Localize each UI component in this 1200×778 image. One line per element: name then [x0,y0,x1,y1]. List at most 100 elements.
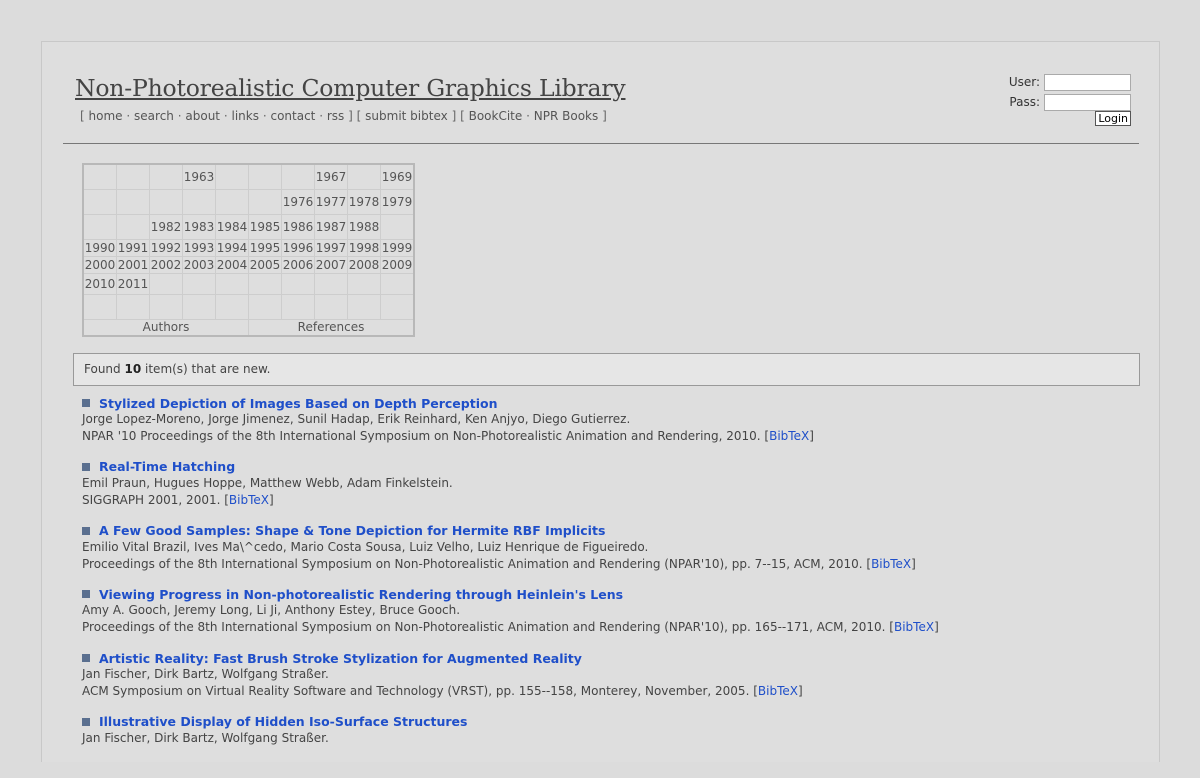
year-cell [248,273,282,295]
entry-title-link[interactable]: Real-Time Hatching [99,459,235,474]
year-link[interactable]: 2009 [382,258,413,272]
bullet-icon [82,717,90,726]
year-link[interactable]: 1988 [349,220,380,234]
year-link[interactable]: 1994 [217,241,248,255]
year-cell [314,273,348,295]
year-link[interactable]: 1997 [316,241,347,255]
authors-link[interactable]: Authors [143,320,190,334]
year-cell: 1978 [347,189,381,215]
nav-link-bookcite[interactable]: BookCite [469,109,523,123]
entry-title-link[interactable]: Artistic Reality: Fast Brush Stroke Styl… [99,651,582,666]
entry-authors: Jan Fischer, Dirk Bartz, Wolfgang Straße… [82,667,329,682]
year-link[interactable]: 1986 [283,220,314,234]
nav-link-search[interactable]: search [134,109,174,123]
year-cell: 2007 [314,256,348,274]
year-cell: 2010 [82,273,117,295]
site-title-link[interactable]: Non-Photorealistic Computer Graphics Lib… [75,74,626,102]
bibtex-link[interactable]: BibTeX [758,684,798,698]
year-cell [380,294,415,320]
year-link[interactable]: 2010 [85,277,116,291]
year-grid-body: 1963 1967 1969 1976 1977 1978 1979 1982 1983 1984… [82,163,415,337]
year-cell [380,214,415,240]
year-cell [149,163,183,190]
entry-title-link[interactable]: Stylized Depiction of Images Based on De… [99,396,497,411]
year-link[interactable]: 2002 [151,258,182,272]
year-link[interactable]: 1979 [382,195,413,209]
year-cell [248,163,282,190]
year-grid-row [82,294,415,320]
year-cell: 2004 [215,256,249,274]
year-cell [380,273,415,295]
bibtex-link[interactable]: BibTeX [229,493,269,507]
pass-input[interactable] [1044,93,1131,111]
year-link[interactable]: 1995 [250,241,281,255]
year-link[interactable]: 1992 [151,241,182,255]
year-cell: 1990 [82,239,117,257]
nav-link-rss[interactable]: rss [327,109,344,123]
year-cell: 2001 [116,256,150,274]
nav-separator: · [223,109,228,123]
year-link[interactable]: 1967 [316,170,347,184]
venue-text: Proceedings of the 8th International Sym… [82,620,894,635]
nav-link-contact[interactable]: contact [270,109,315,123]
bibtex-link[interactable]: BibTeX [871,557,911,571]
year-cell: 1994 [215,239,249,257]
year-link[interactable]: 2008 [349,258,380,272]
year-link[interactable]: 2003 [184,258,215,272]
year-link[interactable]: 1990 [85,241,116,255]
year-link[interactable]: 1984 [217,220,248,234]
found-message: Found 10 item(s) that are new. [73,353,1140,386]
year-link[interactable]: 1999 [382,241,413,255]
login-form: User: Pass: Login [1009,72,1131,126]
year-link[interactable]: 1969 [382,170,413,184]
year-link[interactable]: 1977 [316,195,347,209]
year-link[interactable]: 1987 [316,220,347,234]
year-cell: 1992 [149,239,183,257]
year-link[interactable]: 1978 [349,195,380,209]
year-link[interactable]: 1982 [151,220,182,234]
login-button[interactable]: Login [1095,111,1131,126]
user-input[interactable] [1044,73,1131,91]
year-link[interactable]: 2000 [85,258,116,272]
year-link[interactable]: 2011 [118,277,149,291]
found-suffix: item(s) that are new. [145,362,271,376]
year-link[interactable]: 2001 [118,258,149,272]
year-link[interactable]: 1983 [184,220,215,234]
year-grid-row: 1982 1983 1984 1985 1986 1987 1988 [82,214,415,240]
year-link[interactable]: 1991 [118,241,149,255]
year-cell [82,294,117,320]
year-link[interactable]: 2007 [316,258,347,272]
nav-link-links[interactable]: links [232,109,259,123]
year-link[interactable]: 2006 [283,258,314,272]
year-grid-row: 2010 2011 [82,273,415,295]
year-link[interactable]: 1993 [184,241,215,255]
nav-bracket: [ [80,109,85,123]
year-link[interactable]: 1963 [184,170,215,184]
year-link[interactable]: 2005 [250,258,281,272]
results-list: Stylized Depiction of Images Based on De… [82,395,1142,778]
nav-link-about[interactable]: about [185,109,220,123]
year-link[interactable]: 1998 [349,241,380,255]
venue-text: ACM Symposium on Virtual Reality Softwar… [82,684,758,699]
entry-title-link[interactable]: Viewing Progress in Non-photorealistic R… [99,587,623,602]
entry-venue: SIGGRAPH 2001, 2001. [BibTeX] [82,492,1142,508]
year-grid-footer-cell: Authors [82,319,249,337]
year-link[interactable]: 1985 [250,220,281,234]
nav-link-npr-books[interactable]: NPR Books [534,109,598,123]
year-cell [182,273,216,295]
year-link[interactable]: 1976 [283,195,314,209]
nav-link-home[interactable]: home [89,109,123,123]
year-link[interactable]: 2004 [217,258,248,272]
entry-title-link[interactable]: A Few Good Samples: Shape & Tone Depicti… [99,523,605,538]
bibtex-link[interactable]: BibTeX [894,620,934,634]
year-cell: 1999 [380,239,415,257]
year-cell: 1985 [248,214,282,240]
year-cell [149,273,183,295]
entry-authors: Jan Fischer, Dirk Bartz, Wolfgang Straße… [82,730,329,745]
year-cell: 1993 [182,239,216,257]
nav-link-submit-bibtex[interactable]: submit bibtex [365,109,448,123]
references-link[interactable]: References [298,320,365,334]
entry-title-link[interactable]: Illustrative Display of Hidden Iso-Surfa… [99,714,467,729]
bibtex-link[interactable]: BibTeX [769,429,809,443]
year-link[interactable]: 1996 [283,241,314,255]
